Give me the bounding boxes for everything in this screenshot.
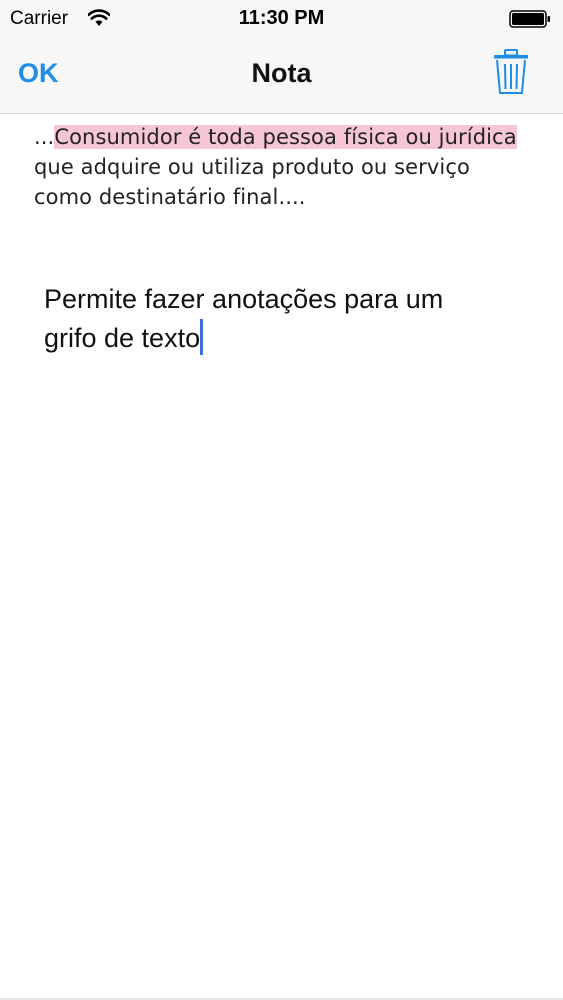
text-caret (200, 319, 204, 355)
navigation-bar: OK Nota (0, 38, 563, 114)
status-bar: Carrier 11:30 PM (0, 0, 563, 38)
highlighted-excerpt: ...Consumidor é toda pessoa física ou ju… (34, 122, 549, 212)
note-line-2: grifo de texto (44, 319, 524, 358)
excerpt-line-3: como destinatário final.... (34, 185, 306, 209)
trash-icon[interactable] (493, 49, 529, 95)
note-text-area[interactable]: Permite fazer anotações para um grifo de… (44, 280, 524, 358)
status-time: 11:30 PM (238, 7, 325, 29)
note-line-1: Permite fazer anotações para um (44, 284, 444, 314)
excerpt-highlight: Consumidor é toda pessoa física ou juríd… (54, 125, 517, 149)
page-title: Nota (251, 58, 312, 88)
excerpt-prefix: ... (34, 125, 55, 149)
excerpt-line-1: ...Consumidor é toda pessoa física ou ju… (34, 122, 549, 152)
battery-icon (509, 10, 550, 28)
excerpt-line-2: que adquire ou utiliza produto ou serviç… (34, 155, 470, 179)
note-line-2-text: grifo de texto (44, 323, 201, 353)
